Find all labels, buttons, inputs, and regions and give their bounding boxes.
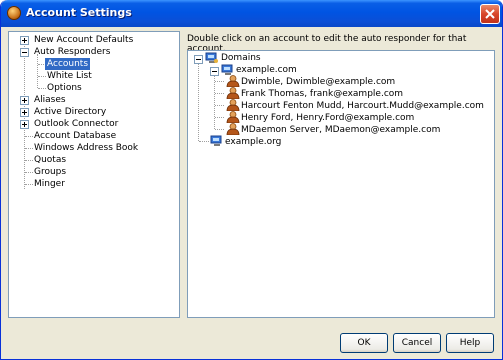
user-icon <box>226 75 240 87</box>
collapse-icon[interactable] <box>194 55 203 64</box>
tree-line <box>38 76 46 77</box>
tree-root-domains[interactable]: Domains <box>221 52 261 64</box>
sidebar-item-white-list[interactable]: White List <box>47 70 92 82</box>
user-icon <box>226 87 240 99</box>
collapse-icon[interactable] <box>20 48 29 57</box>
close-button[interactable] <box>480 4 500 24</box>
sidebar-item-aliases[interactable]: Aliases <box>34 94 66 106</box>
sidebar-item-active-directory[interactable]: Active Directory <box>34 106 106 118</box>
tree-line <box>215 93 224 94</box>
account-item[interactable]: Harcourt Fenton Mudd, Harcourt.Mudd@exam… <box>241 100 484 112</box>
expand-icon[interactable] <box>20 120 29 129</box>
ok-button[interactable]: OK <box>340 333 388 353</box>
tree-line <box>37 54 38 88</box>
accounts-tree[interactable]: Domains example.com Dwimble, Dwimble@exa… <box>187 50 495 318</box>
sidebar-item-account-database[interactable]: Account Database <box>34 130 116 142</box>
account-item[interactable]: Frank Thomas, frank@example.com <box>241 88 403 100</box>
user-icon <box>226 123 240 135</box>
tree-line <box>25 136 33 137</box>
help-button[interactable]: Help <box>446 333 494 353</box>
domain-example-org[interactable]: example.org <box>225 136 281 148</box>
app-icon <box>7 6 21 20</box>
title-bar[interactable]: Account Settings <box>1 0 502 27</box>
tree-line <box>25 172 33 173</box>
user-icon <box>226 111 240 123</box>
cancel-button[interactable]: Cancel <box>393 333 441 353</box>
account-item[interactable]: MDaemon Server, MDaemon@example.com <box>241 124 440 136</box>
sidebar-item-quotas[interactable]: Quotas <box>34 154 66 166</box>
account-settings-window: Account Settings New Account Defaults Au… <box>0 0 503 360</box>
sidebar-item-outlook-connector[interactable]: Outlook Connector <box>34 118 118 130</box>
domain-icon <box>210 135 222 146</box>
tree-line <box>38 88 46 89</box>
sidebar-item-groups[interactable]: Groups <box>34 166 66 178</box>
window-title: Account Settings <box>26 6 132 19</box>
tree-line <box>25 148 33 149</box>
sidebar-item-new-account-defaults[interactable]: New Account Defaults <box>34 34 133 46</box>
sidebar-item-auto-responders[interactable]: Auto Responders <box>34 46 110 58</box>
tree-line <box>214 75 215 129</box>
sidebar-item-accounts[interactable]: Accounts <box>45 58 91 70</box>
close-icon <box>485 9 495 19</box>
tree-line <box>25 184 33 185</box>
tree-line <box>198 63 199 141</box>
tree-line <box>215 129 224 130</box>
tree-line <box>215 105 224 106</box>
sidebar-item-windows-address-book[interactable]: Windows Address Book <box>34 142 138 154</box>
account-item[interactable]: Dwimble, Dwimble@example.com <box>241 76 395 88</box>
account-item[interactable]: Henry Ford, Henry.Ford@example.com <box>241 112 414 124</box>
expand-icon[interactable] <box>20 108 29 117</box>
user-icon <box>226 99 240 111</box>
tree-line <box>215 117 224 118</box>
tree-line <box>215 81 224 82</box>
collapse-icon[interactable] <box>210 67 219 76</box>
domain-example-com[interactable]: example.com <box>236 64 297 76</box>
tree-line <box>25 160 33 161</box>
settings-tree[interactable]: New Account Defaults Auto Responders Acc… <box>8 31 180 318</box>
sidebar-item-minger[interactable]: Minger <box>34 178 65 190</box>
sidebar-item-options[interactable]: Options <box>47 82 82 94</box>
expand-icon[interactable] <box>20 96 29 105</box>
domains-icon <box>205 52 218 63</box>
tree-line <box>199 141 209 142</box>
expand-icon[interactable] <box>20 36 29 45</box>
